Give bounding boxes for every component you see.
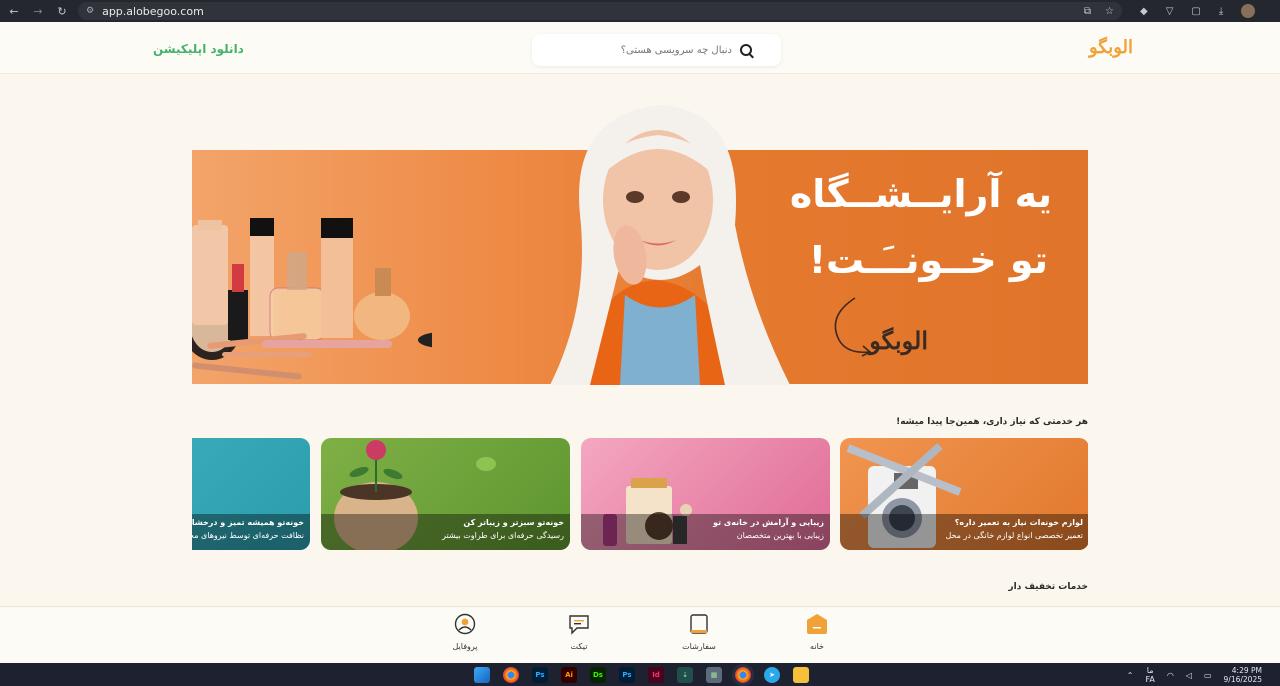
orders-icon [688, 613, 710, 635]
search-box[interactable] [532, 34, 781, 66]
banner-headline-line2: تو خــونــَـت! [808, 238, 1048, 282]
back-button[interactable]: ← [4, 0, 24, 22]
hero-banner[interactable]: یه آرایــشــگاه تو خــونــَـت! الوبگو [192, 105, 1088, 385]
card-overlay: زیبایی و آرامش در خانه‌ی تو زیبایی با به… [581, 514, 830, 550]
wifi-icon[interactable]: ◠ [1167, 671, 1174, 680]
search-icon[interactable] [740, 44, 752, 56]
card-overlay: لوازم خونه‌ات نیاز به تعمیر داره؟ تعمیر … [840, 514, 1088, 550]
curved-arrow-icon [834, 297, 872, 357]
extension-shield-icon[interactable]: ◆ [1140, 6, 1148, 17]
ticket-icon [568, 613, 590, 635]
card-overlay: خونه‌تو همیشه تمیز و درخشان کن نظافت حرف… [192, 514, 310, 550]
card-subtitle: تعمیر تخصصی انواع لوازم خانگی در محل [945, 531, 1083, 540]
dreamweaver-icon[interactable]: Ds [590, 667, 606, 683]
system-tray: ⌃ ما FA ◠ ◁ ▭ 4:29 PM 9/16/2025 [1127, 666, 1262, 684]
chrome-active-icon[interactable] [732, 664, 754, 686]
card-title: خونه‌تو همیشه تمیز و درخشان کن [192, 518, 304, 527]
bottom-navigation: خانه سفارشات تیکت پروفایل [0, 606, 1280, 663]
arrow-left-icon: ← [9, 4, 19, 18]
sticky-app-icon[interactable]: ⇣ [677, 667, 693, 683]
search-input[interactable] [532, 44, 732, 56]
site-logo[interactable]: الوبگو [1089, 37, 1133, 58]
woman-photo [550, 105, 790, 385]
install-app-icon[interactable]: ⧉ [1084, 6, 1091, 17]
services-section-title: هر خدمتی که نیاز داری، همین‌جا پیدا میشه… [896, 417, 1088, 427]
tray-chevron-icon[interactable]: ⌃ [1127, 671, 1134, 680]
illustrator-icon[interactable]: Ai [561, 667, 577, 683]
language-indicator[interactable]: ما FA [1145, 666, 1154, 684]
nav-orders[interactable]: سفارشات [669, 613, 729, 651]
bookmark-star-icon[interactable]: ☆ [1105, 6, 1114, 17]
browser-toolbar: ← → ↻ ⚙ app.alobegoo.com ⧉ ☆ ◆ ▽ ▢ ⤓ [0, 0, 1280, 22]
service-card-beauty[interactable]: زیبایی و آرامش در خانه‌ی تو زیبایی با به… [581, 438, 830, 550]
reload-button[interactable]: ↻ [52, 0, 72, 22]
banner-brand-logo: الوبگو [869, 326, 928, 355]
card-title: لوازم خونه‌ات نیاز به تعمیر داره؟ [954, 518, 1083, 527]
extension-vpn-icon[interactable]: ▽ [1166, 6, 1174, 17]
photoshop-icon[interactable]: Ps [532, 667, 548, 683]
service-card-appliance-repair[interactable]: لوازم خونه‌ات نیاز به تعمیر داره؟ تعمیر … [840, 438, 1088, 550]
clock-time: 4:29 PM [1231, 666, 1262, 675]
nav-home[interactable]: خانه [787, 613, 847, 651]
banner-headline-line1: یه آرایــشــگاه [789, 172, 1052, 216]
nav-orders-label: سفارشات [682, 642, 716, 651]
file-explorer-icon[interactable] [793, 667, 809, 683]
nav-ticket[interactable]: تیکت [549, 613, 609, 651]
home-icon [806, 613, 828, 635]
forward-button[interactable]: → [28, 0, 48, 22]
nav-ticket-label: تیکت [570, 642, 588, 651]
windows-start-icon[interactable] [474, 667, 490, 683]
store-icon[interactable]: ▦ [706, 667, 722, 683]
nav-home-label: خانه [810, 642, 824, 651]
cosmetics-illustration [192, 218, 432, 380]
url-text[interactable]: app.alobegoo.com [102, 5, 1084, 18]
reload-icon: ↻ [57, 4, 67, 18]
extensions-puzzle-icon[interactable]: ▢ [1191, 6, 1200, 17]
language-indicator-top: ما [1146, 666, 1154, 675]
site-info-icon[interactable]: ⚙ [86, 6, 94, 16]
site-header: دانلود اپلیکیشن الوبگو [0, 22, 1280, 74]
service-card-cleaning[interactable]: خونه‌تو همیشه تمیز و درخشان کن نظافت حرف… [192, 438, 310, 550]
photoshop-2-icon[interactable]: Ps [619, 667, 635, 683]
discount-section-title: خدمات تخفیف دار [1008, 582, 1088, 592]
clock-date: 9/16/2025 [1223, 675, 1262, 684]
nav-profile-label: پروفایل [452, 642, 478, 651]
download-app-link[interactable]: دانلود اپلیکیشن [153, 42, 244, 56]
nav-profile[interactable]: پروفایل [435, 613, 495, 651]
taskbar-apps: Ps Ai Ds Ps Id ⇣ ▦ ➤ [474, 664, 809, 686]
clock[interactable]: 4:29 PM 9/16/2025 [1224, 666, 1262, 684]
chrome-icon[interactable] [503, 667, 519, 683]
indesign-icon[interactable]: Id [648, 667, 664, 683]
card-title: زیبایی و آرامش در خانه‌ی تو [713, 518, 824, 527]
profile-icon [454, 613, 476, 635]
language-indicator-bottom: FA [1145, 675, 1155, 684]
card-subtitle: زیبایی با بهترین متخصصان [736, 531, 824, 540]
card-subtitle: رسیدگی حرفه‌ای برای طراوت بیشتر [442, 531, 564, 540]
card-overlay: خونه‌تو سبزتر و زیباتر کن رسیدگی حرفه‌ای… [321, 514, 570, 550]
profile-avatar[interactable] [1241, 4, 1256, 18]
download-icon[interactable]: ⤓ [1219, 6, 1223, 17]
arrow-right-icon: → [33, 4, 43, 18]
service-card-gardening[interactable]: خونه‌تو سبزتر و زیباتر کن رسیدگی حرفه‌ای… [321, 438, 570, 550]
volume-icon[interactable]: ◁ [1186, 671, 1192, 680]
telegram-icon[interactable]: ➤ [764, 667, 780, 683]
card-subtitle: نظافت حرفه‌ای توسط نیروهای مجرب [192, 531, 304, 540]
card-title: خونه‌تو سبزتر و زیباتر کن [463, 518, 564, 527]
address-bar[interactable]: ⚙ app.alobegoo.com ⧉ ☆ [78, 2, 1122, 20]
os-taskbar: Ps Ai Ds Ps Id ⇣ ▦ ➤ ⌃ ما FA ◠ ◁ ▭ 4:29 … [0, 663, 1280, 686]
services-carousel[interactable]: لوازم خونه‌ات نیاز به تعمیر داره؟ تعمیر … [192, 438, 1088, 550]
battery-icon[interactable]: ▭ [1204, 671, 1212, 680]
